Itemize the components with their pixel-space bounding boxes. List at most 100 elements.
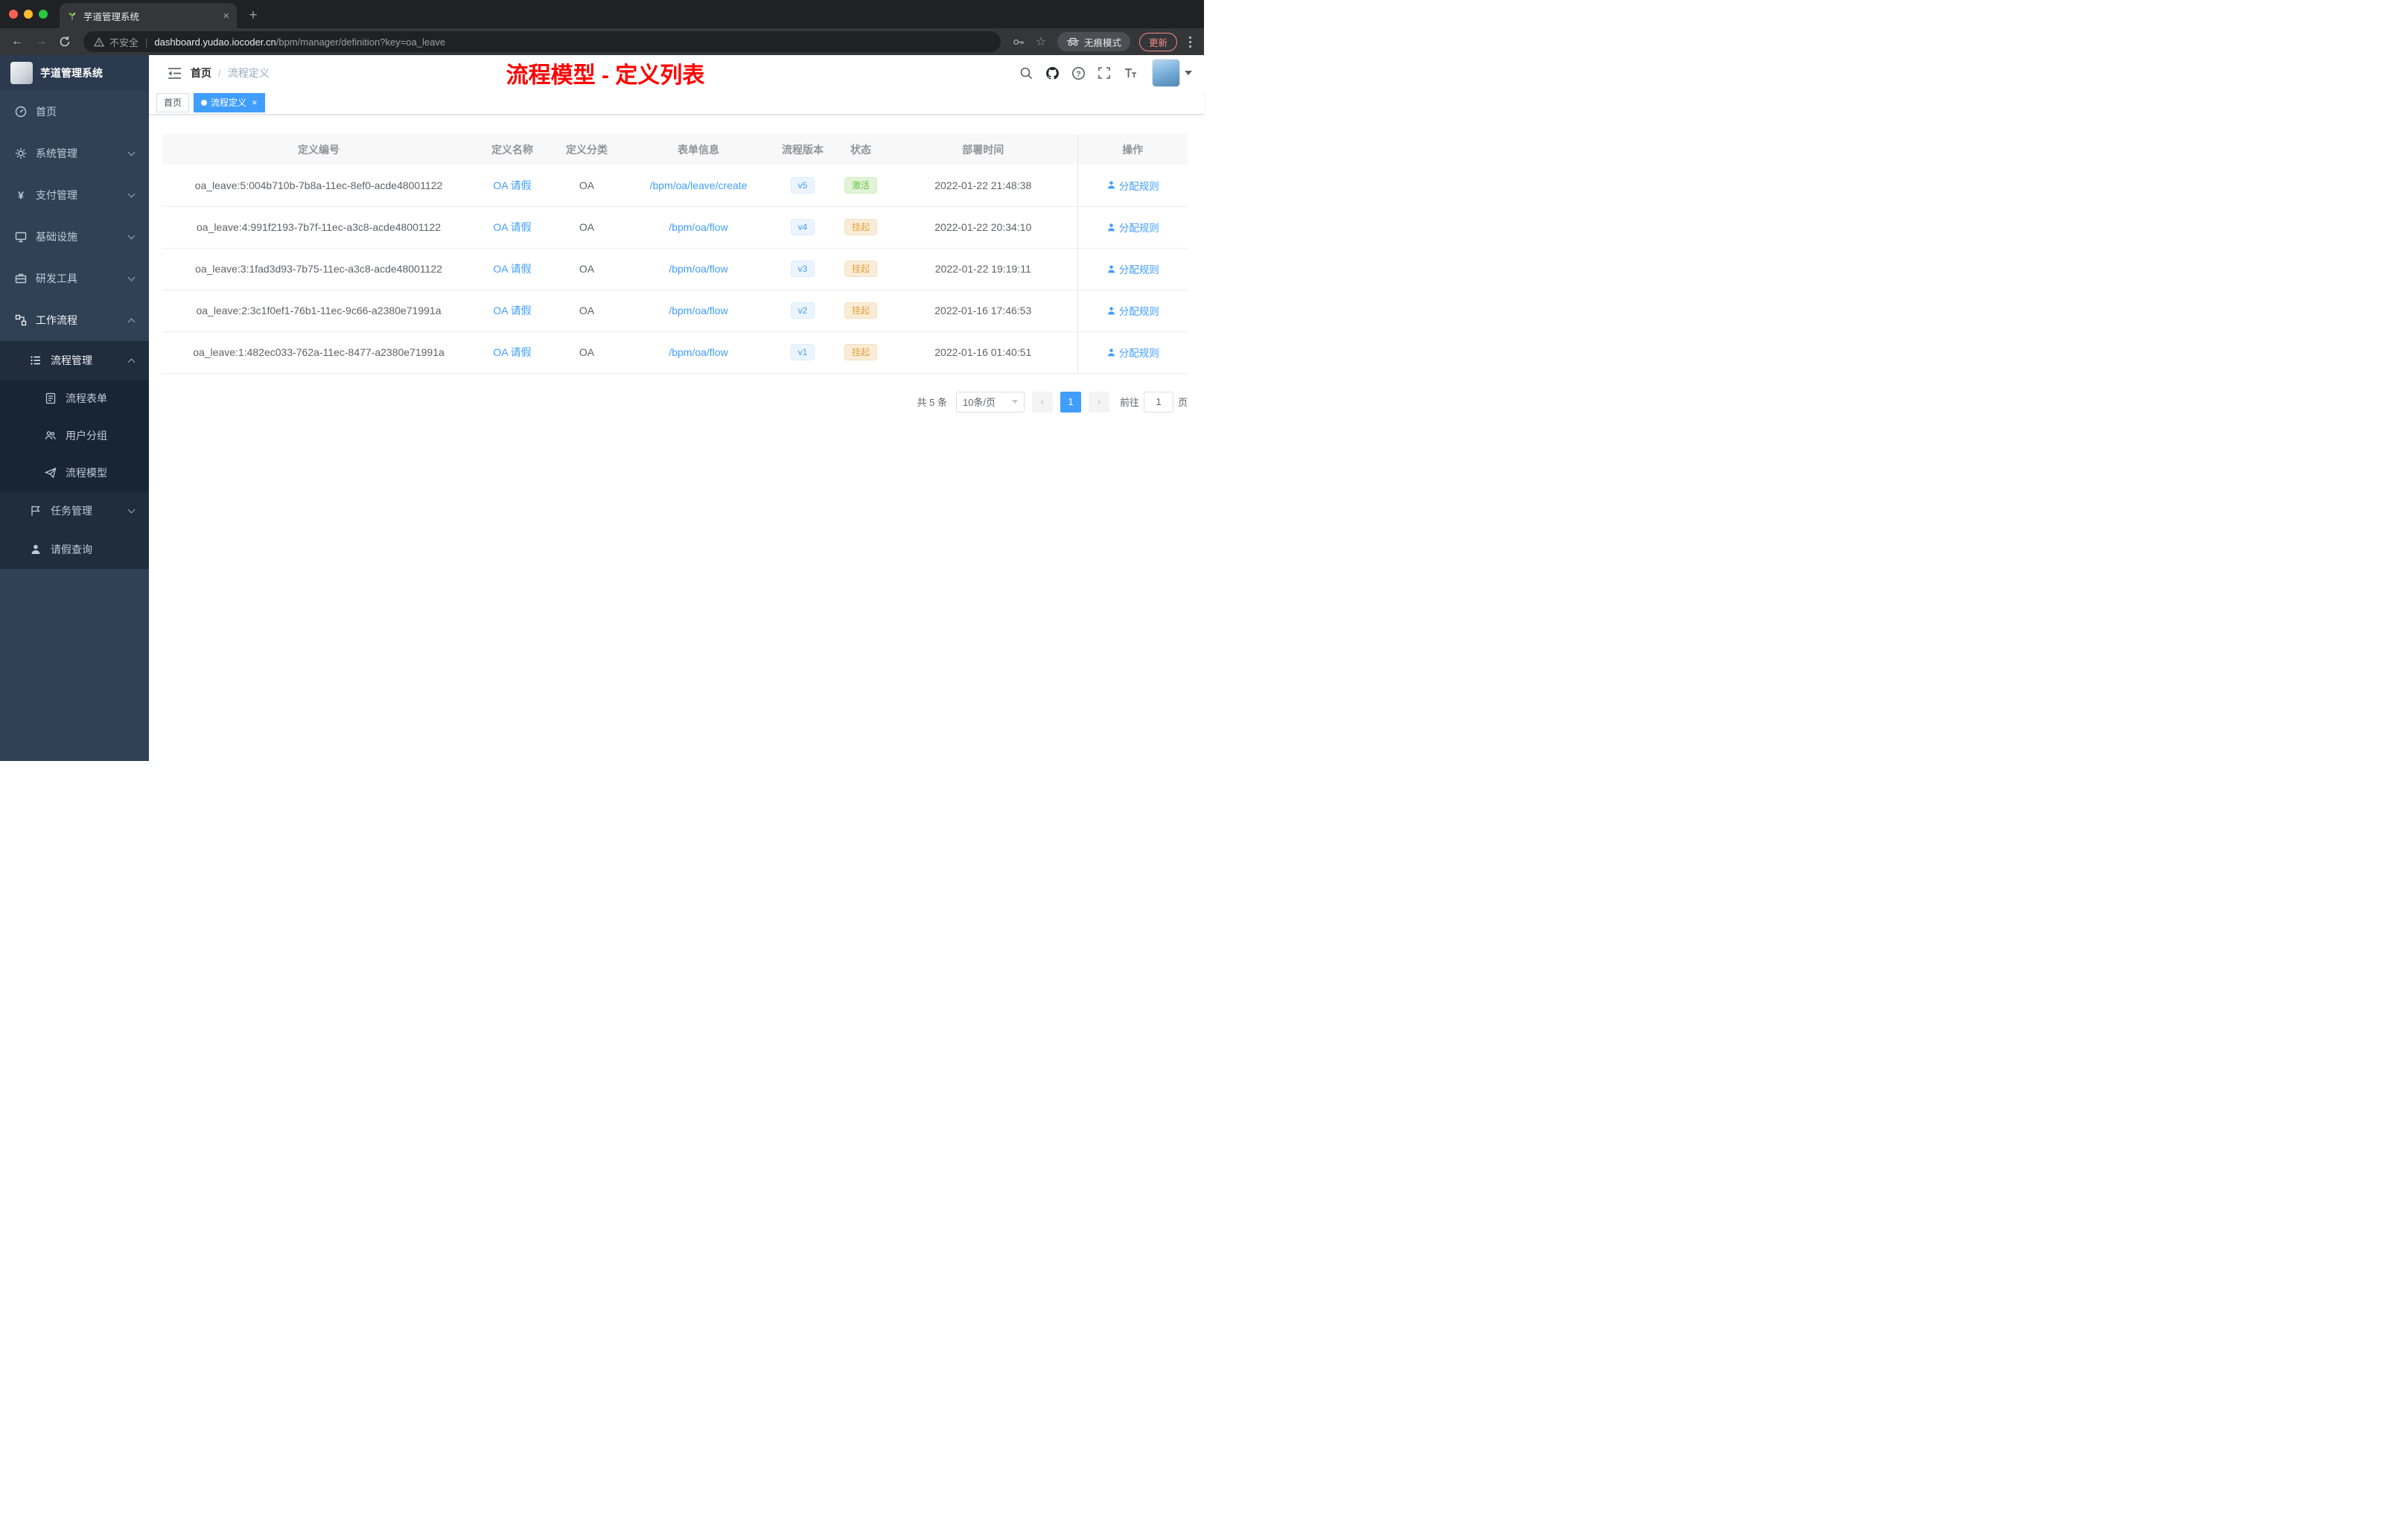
search-button[interactable] [1019,66,1033,80]
breadcrumb-separator: / [218,67,221,79]
fullscreen-icon [1098,67,1110,79]
github-icon [1045,66,1059,80]
tab-title: 芋道管理系统 [83,11,140,22]
browser-tab[interactable]: 芋道管理系统 × [60,3,237,28]
sidebar-item-label: 流程模型 [66,467,107,479]
chevron-down-icon [127,148,136,156]
breadcrumb-home[interactable]: 首页 [191,66,211,80]
tab-close-icon[interactable]: × [223,10,229,22]
assign-rule-button[interactable]: 分配规则 [1106,303,1159,318]
page-number-button[interactable]: 1 [1060,391,1081,413]
collapse-sidebar-button[interactable] [161,60,188,86]
cell-category: OA [550,165,624,207]
chevron-up-icon [127,358,136,366]
sidebar-item-infrastructure[interactable]: 基础设施 [0,216,149,258]
sidebar-item-workflow[interactable]: 工作流程 [0,299,149,341]
form-info-link[interactable]: /bpm/oa/flow [669,305,727,316]
cell-definition-id: oa_leave:5:004b710b-7b8a-11ec-8ef0-acde4… [162,165,475,207]
tag-close-icon[interactable]: × [252,98,258,107]
bookmark-star-button[interactable]: ☆ [1031,31,1051,52]
definition-name-link[interactable]: OA 请假 [493,305,531,316]
tag-process-definition[interactable]: 流程定义 × [194,92,265,112]
cell-category: OA [550,331,624,374]
github-button[interactable] [1045,66,1060,80]
fullscreen-button[interactable] [1097,66,1112,80]
sidebar-item-label: 支付管理 [36,189,77,201]
sidebar-item-process-model[interactable]: 流程模型 [0,454,149,491]
browser-menu-button[interactable] [1182,31,1198,52]
chevron-down-icon [127,273,136,281]
help-button[interactable]: ? [1071,66,1086,80]
back-button[interactable]: ← [6,31,28,52]
url-separator: | [145,36,148,48]
status-badge: 挂起 [844,219,877,235]
sidebar-item-user-group[interactable]: 用户分组 [0,417,149,454]
tag-home[interactable]: 首页 [156,92,190,112]
pagination: 共 5 条 10条/页 ‹ 1 › 前往 页 [162,374,1188,430]
form-info-link[interactable]: /bpm/oa/flow [669,346,727,358]
definition-name-link[interactable]: OA 请假 [493,179,531,191]
new-tab-button[interactable]: + [243,5,264,26]
definition-name-link[interactable]: OA 请假 [493,221,531,233]
cell-definition-id: oa_leave:2:3c1f0ef1-76b1-11ec-9c66-a2380… [162,290,475,332]
assign-rule-button[interactable]: 分配规则 [1106,345,1159,360]
font-size-button[interactable] [1123,66,1138,80]
col-header-version: 流程版本 [773,134,832,165]
chrome-update-button[interactable]: 更新 [1138,32,1177,51]
user-menu[interactable] [1152,59,1192,87]
form-info-link[interactable]: /bpm/oa/flow [669,221,727,233]
goto-page-input[interactable] [1143,391,1173,413]
sidebar-logo[interactable]: 芋道管理系统 [0,55,149,91]
sidebar-item-process-form[interactable]: 流程表单 [0,380,149,417]
sidebar-item-system[interactable]: 系统管理 [0,133,149,174]
sidebar-item-payment[interactable]: ¥ 支付管理 [0,174,149,216]
page-size-select[interactable]: 10条/页 [955,391,1025,413]
forward-button[interactable]: → [30,31,52,52]
close-window-button[interactable] [9,10,18,19]
incognito-label: 无痕模式 [1083,37,1121,48]
prev-page-button[interactable]: ‹ [1031,391,1053,413]
minimize-window-button[interactable] [24,10,33,19]
sidebar-item-leave-query[interactable]: 请假查询 [0,530,149,569]
password-key-button[interactable] [1008,31,1029,52]
sidebar-item-task-management[interactable]: 任务管理 [0,491,149,530]
reload-button[interactable] [54,31,76,52]
definition-name-link[interactable]: OA 请假 [493,346,531,358]
assign-rule-button[interactable]: 分配规则 [1106,261,1159,276]
search-icon [1020,67,1033,80]
form-info-link[interactable]: /bpm/oa/leave/create [650,179,748,191]
definition-name-link[interactable]: OA 请假 [493,263,531,275]
next-page-button[interactable]: › [1088,391,1109,413]
url-host: dashboard.yudao.iocoder.cn [154,36,276,48]
monitor-icon [15,232,27,243]
window-controls [0,0,60,28]
breadcrumb: 首页 / 流程定义 [191,66,270,80]
page-size-value: 10条/页 [962,397,996,408]
col-header-form: 表单信息 [624,134,773,165]
security-label[interactable]: 不安全 [109,35,138,49]
workflow-submenu: 流程管理 流程表单 用户分组 流程模型 任务管理 请假查询 [0,341,149,569]
sidebar-item-process-management[interactable]: 流程管理 [0,341,149,380]
page-url: dashboard.yudao.iocoder.cn/bpm/manager/d… [154,36,445,48]
version-badge: v4 [790,219,815,235]
address-bar[interactable]: 不安全 | dashboard.yudao.iocoder.cn/bpm/man… [83,31,1001,52]
cell-deploy-time: 2022-01-22 21:48:38 [889,165,1077,207]
cell-deploy-time: 2022-01-16 01:40:51 [889,331,1077,374]
assign-rule-button[interactable]: 分配规则 [1106,220,1159,235]
assign-rule-button[interactable]: 分配规则 [1106,178,1159,193]
incognito-badge: 无痕模式 [1057,32,1130,51]
form-info-link[interactable]: /bpm/oa/flow [669,263,727,275]
dashboard-icon [15,106,27,118]
cell-deploy-time: 2022-01-16 17:46:53 [889,290,1077,332]
font-size-icon [1125,69,1136,77]
zoom-window-button[interactable] [39,10,48,19]
key-icon [1013,39,1025,45]
person-icon [31,544,40,554]
avatar[interactable] [1152,59,1180,87]
chevron-down-icon [127,232,136,240]
sidebar-item-label: 请假查询 [51,544,92,555]
sidebar-item-label: 用户分组 [66,430,107,442]
sidebar-item-home[interactable]: 首页 [0,91,149,133]
col-header-status: 状态 [832,134,889,165]
sidebar-item-devtools[interactable]: 研发工具 [0,258,149,299]
